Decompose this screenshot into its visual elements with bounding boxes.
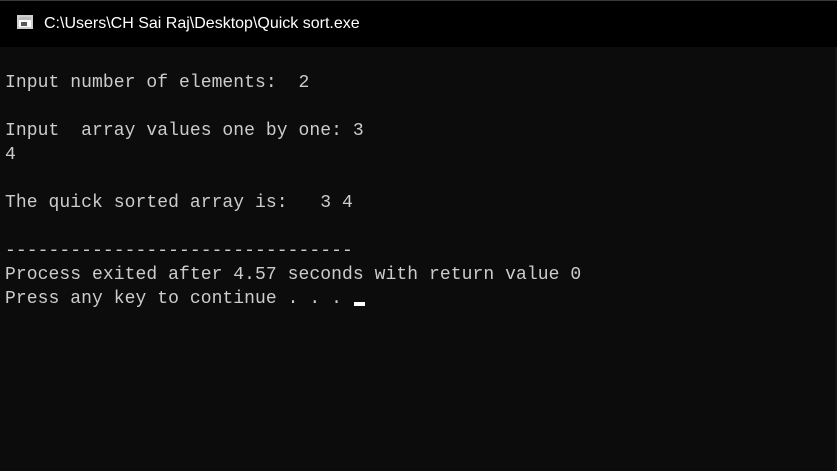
console-output[interactable]: Input number of elements: 2 Input array … <box>0 47 837 471</box>
console-prompt-text: Press any key to continue . . . <box>5 289 353 309</box>
console-window: C:\Users\CH Sai Raj\Desktop\Quick sort.e… <box>0 0 837 471</box>
title-bar[interactable]: C:\Users\CH Sai Raj\Desktop\Quick sort.e… <box>0 1 837 47</box>
console-separator: -------------------------------- <box>5 241 353 261</box>
console-line: The quick sorted array is: 3 4 <box>5 193 353 213</box>
console-prompt-line: Press any key to continue . . . <box>5 288 365 310</box>
console-line: 4 <box>5 145 16 165</box>
console-line: Process exited after 4.57 seconds with r… <box>5 265 582 285</box>
text-cursor <box>353 302 365 306</box>
window-title: C:\Users\CH Sai Raj\Desktop\Quick sort.e… <box>44 15 360 32</box>
console-line: Input number of elements: 2 <box>5 73 310 93</box>
console-app-icon[interactable] <box>17 15 33 29</box>
console-line: Input array values one by one: 3 <box>5 121 364 141</box>
